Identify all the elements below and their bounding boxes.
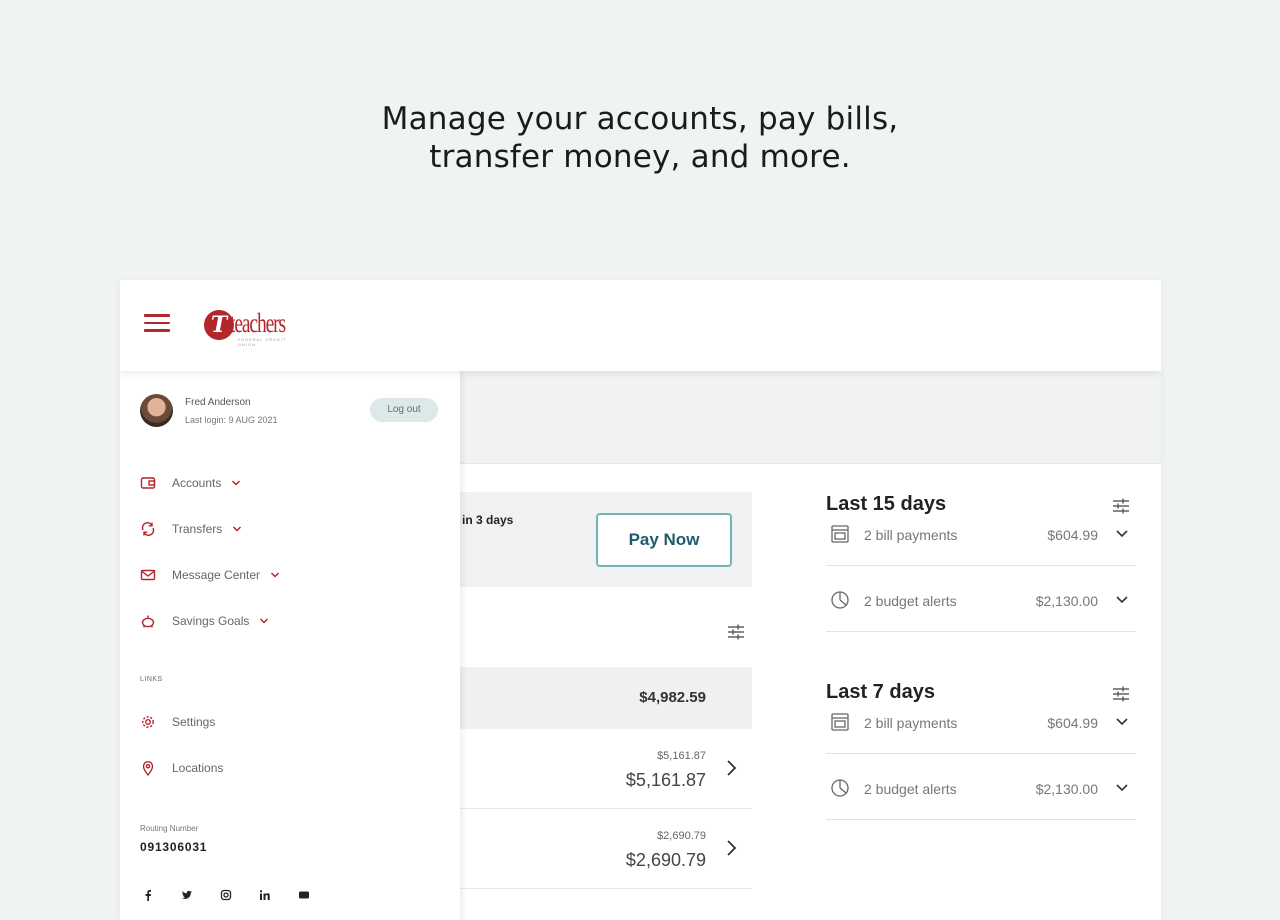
accounts-total-row: $4,982.59 <box>460 667 752 729</box>
activity-label: 2 bill payments <box>864 527 958 543</box>
last-login: Last login: 9 AUG 2021 <box>185 415 278 425</box>
sidebar-item-transfers[interactable]: Transfers <box>140 519 242 539</box>
transfers-icon <box>141 522 155 536</box>
filter-icon[interactable] <box>726 622 746 642</box>
headline: Manage your accounts, pay bills, transfe… <box>0 100 1280 176</box>
bill-icon <box>831 713 849 731</box>
sidebar-item-label: Accounts <box>172 476 222 490</box>
facebook-icon[interactable] <box>142 889 154 901</box>
activity-row-budget-alerts[interactable]: 2 budget alerts $2,130.00 <box>826 754 1136 820</box>
hamburger-menu-icon[interactable] <box>144 314 170 334</box>
linkedin-icon[interactable] <box>259 889 271 901</box>
logo-wordmark: teachers <box>230 308 286 338</box>
chevron-down-icon <box>1116 784 1128 792</box>
sidebar-item-savings-goals[interactable]: Savings Goals <box>140 611 269 631</box>
instagram-icon[interactable] <box>220 889 232 901</box>
sidebar-item-message-center[interactable]: Message Center <box>140 565 280 585</box>
pie-chart-icon <box>831 591 849 609</box>
sidebar-item-label: Settings <box>172 715 216 729</box>
activity-amount: $604.99 <box>1047 715 1098 731</box>
top-bar: T teachers FEDERAL CREDIT UNION <box>120 280 1161 371</box>
activity-label: 2 budget alerts <box>864 781 957 797</box>
activity-label: 2 budget alerts <box>864 593 957 609</box>
sidebar-drawer: Fred Anderson Last login: 9 AUG 2021 Log… <box>120 371 460 920</box>
logout-button[interactable]: Log out <box>370 398 438 422</box>
activity-row-budget-alerts[interactable]: 2 budget alerts $2,130.00 <box>826 566 1136 632</box>
mail-icon <box>140 569 156 581</box>
activity-amount: $2,130.00 <box>1035 593 1098 609</box>
sidebar-item-settings[interactable]: Settings <box>140 712 215 732</box>
activity-row-bill-payments[interactable]: 2 bill payments $604.99 <box>826 688 1136 754</box>
piggy-bank-icon <box>141 615 155 628</box>
account-row[interactable]: $2,690.79 $2,690.79 <box>460 809 752 889</box>
activity-label: 2 bill payments <box>864 715 958 731</box>
routing-number-value: 091306031 <box>140 840 208 854</box>
chevron-down-icon <box>260 618 269 624</box>
pie-chart-icon <box>831 779 849 797</box>
chevron-down-icon <box>1116 530 1128 538</box>
chevron-down-icon <box>271 572 280 578</box>
avatar <box>140 394 173 427</box>
pay-now-button[interactable]: Pay Now <box>596 513 732 567</box>
account-balance: $5,161.87 <box>625 770 706 790</box>
account-row[interactable]: $5,161.87 $5,161.87 <box>460 729 752 809</box>
youtube-icon[interactable] <box>298 889 310 901</box>
activity-row-bill-payments[interactable]: 2 bill payments $604.99 <box>826 500 1136 566</box>
sidebar-item-accounts[interactable]: Accounts <box>140 473 241 493</box>
activity-amount: $604.99 <box>1047 527 1098 543</box>
chevron-down-icon <box>232 480 241 486</box>
social-links <box>142 889 310 901</box>
accounts-icon <box>140 477 156 489</box>
sidebar-item-label: Transfers <box>172 522 223 536</box>
chevron-down-icon <box>1116 596 1128 604</box>
brand-logo[interactable]: T teachers FEDERAL CREDIT UNION <box>204 308 300 347</box>
headline-line-2: transfer money, and more. <box>429 139 851 175</box>
bill-due-card: in 3 days Pay Now <box>460 492 752 587</box>
routing-number-label: Routing Number <box>140 824 199 833</box>
chevron-right-icon <box>727 760 737 776</box>
headline-line-1: Manage your accounts, pay bills, <box>381 101 899 137</box>
links-header: LINKS <box>140 676 163 683</box>
chevron-right-icon <box>727 840 737 856</box>
sidebar-item-label: Savings Goals <box>172 614 250 628</box>
sidebar-item-label: Locations <box>172 761 224 775</box>
gear-icon <box>142 716 154 728</box>
user-name: Fred Anderson <box>185 397 251 408</box>
account-available-balance: $2,690.79 <box>657 830 706 842</box>
account-available-balance: $5,161.87 <box>657 750 706 762</box>
sidebar-item-locations[interactable]: Locations <box>140 758 223 778</box>
bill-due-text: in 3 days <box>462 513 514 527</box>
sidebar-item-label: Message Center <box>172 568 261 582</box>
chevron-down-icon <box>1116 718 1128 726</box>
twitter-icon[interactable] <box>181 889 193 901</box>
page-header-band <box>460 371 1161 464</box>
chevron-down-icon <box>233 526 242 532</box>
logo-subtitle: FEDERAL CREDIT UNION <box>238 337 287 347</box>
app-frame: T teachers FEDERAL CREDIT UNION in 3 day… <box>120 280 1161 920</box>
bill-icon <box>831 525 849 543</box>
location-pin-icon <box>142 761 154 776</box>
account-balance: $2,690.79 <box>625 850 706 870</box>
accounts-total-value: $4,982.59 <box>639 689 706 706</box>
activity-amount: $2,130.00 <box>1035 781 1098 797</box>
